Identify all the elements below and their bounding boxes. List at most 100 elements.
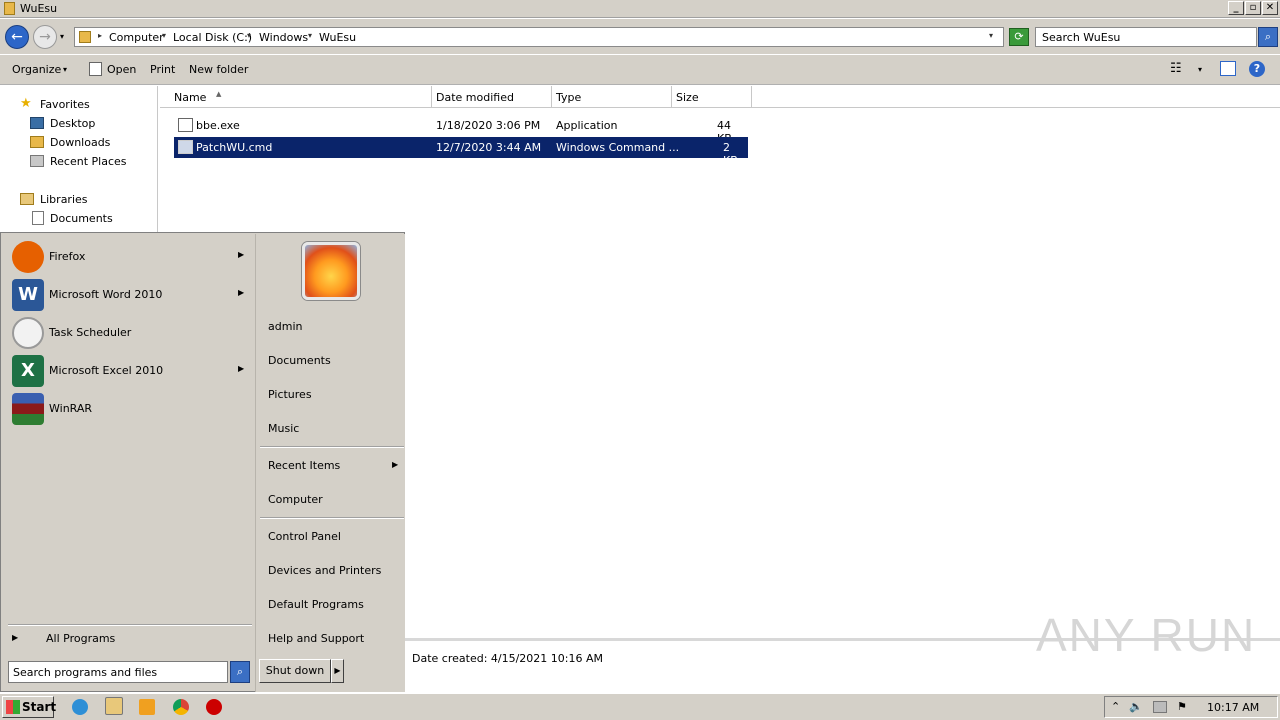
watermark-logo: ANY RUN — [1036, 609, 1257, 661]
recent-pages-chevron-icon[interactable]: ▾ — [60, 32, 64, 41]
sort-ascending-icon: ▲ — [216, 90, 222, 98]
link-pictures[interactable]: Pictures — [268, 388, 312, 401]
submenu-arrow-icon[interactable]: ▶ — [238, 288, 244, 297]
refresh-button[interactable]: ⟳ — [1009, 28, 1029, 46]
breadcrumb-windows[interactable]: Windows — [259, 31, 308, 44]
close-button[interactable]: ✕ — [1262, 1, 1278, 15]
open-button[interactable]: Open — [107, 63, 136, 76]
chevron-down-icon[interactable]: ▾ — [247, 31, 251, 40]
title-bar: WuEsu _ ▫ ✕ — [0, 0, 1280, 18]
start-label: Start — [22, 700, 57, 714]
address-bar[interactable]: ▸ Computer ▾ Local Disk (C:) ▾ Windows ▾… — [74, 27, 1004, 47]
search-placeholder: Search WuEsu — [1042, 31, 1121, 44]
winrar-icon — [12, 393, 44, 425]
submenu-arrow-icon[interactable]: ▶ — [238, 250, 244, 259]
nav-documents[interactable]: Documents — [50, 212, 113, 225]
column-header: Name ▲ Date modified Type Size — [160, 86, 1280, 108]
chevron-down-icon[interactable]: ▾ — [63, 65, 67, 74]
forward-button[interactable]: → — [33, 25, 57, 49]
link-control-panel[interactable]: Control Panel — [268, 530, 341, 543]
link-help-support[interactable]: Help and Support — [268, 632, 364, 645]
column-size[interactable]: Size — [672, 86, 752, 108]
firefox-icon — [12, 241, 44, 273]
system-tray: ⌃ 🔈 ⚑ 10:17 AM — [1104, 696, 1278, 718]
start-button[interactable]: Start — [2, 696, 57, 718]
clock[interactable]: 10:17 AM — [1207, 701, 1259, 714]
action-center-flag-icon[interactable]: ⚑ — [1177, 700, 1187, 713]
print-button[interactable]: Print — [150, 63, 175, 76]
start-search-input[interactable]: Search programs and files — [8, 661, 228, 683]
nav-favorites[interactable]: Favorites — [40, 98, 90, 111]
nav-downloads[interactable]: Downloads — [50, 136, 110, 149]
volume-icon[interactable]: 🔈 — [1129, 700, 1143, 713]
folder-icon — [4, 2, 15, 15]
view-options-icon[interactable]: ☷ — [1170, 61, 1182, 76]
link-documents[interactable]: Documents — [268, 354, 331, 367]
program-winrar[interactable]: WinRAR — [2, 391, 254, 427]
media-player-icon[interactable] — [139, 699, 155, 715]
word-icon: W — [12, 279, 44, 311]
date-created: Date created: 4/15/2021 10:16 AM — [412, 652, 604, 665]
link-music[interactable]: Music — [268, 422, 299, 435]
chevron-down-icon[interactable]: ▾ — [162, 31, 166, 40]
program-firefox[interactable]: Firefox ▶ — [2, 239, 254, 275]
file-date: 1/18/2020 3:06 PM — [436, 119, 541, 132]
shutdown-button[interactable]: Shut down — [259, 659, 331, 683]
breadcrumb-computer[interactable]: Computer — [109, 31, 164, 44]
file-row-selected[interactable]: PatchWU.cmd 12/7/2020 3:44 AM Windows Co… — [174, 137, 748, 167]
new-folder-button[interactable]: New folder — [189, 63, 248, 76]
user-avatar[interactable] — [302, 242, 360, 300]
search-icon[interactable]: ⌕ — [230, 661, 250, 683]
breadcrumb-wuesu[interactable]: WuEsu — [319, 31, 356, 44]
submenu-arrow-icon[interactable]: ▶ — [238, 364, 244, 373]
back-button[interactable]: ← — [5, 25, 29, 49]
chevron-down-icon[interactable]: ▾ — [1198, 65, 1202, 74]
column-date[interactable]: Date modified — [432, 86, 552, 108]
search-icon[interactable]: ⌕ — [1258, 27, 1278, 47]
program-label: Firefox — [49, 250, 86, 263]
star-icon: ★ — [20, 96, 32, 111]
chevron-right-icon[interactable]: ▸ — [98, 31, 102, 40]
link-admin[interactable]: admin — [268, 320, 302, 333]
nav-libraries[interactable]: Libraries — [40, 193, 88, 206]
minimize-button[interactable]: _ — [1228, 1, 1244, 15]
opera-icon[interactable] — [206, 699, 222, 715]
address-dropdown-icon[interactable]: ▾ — [989, 31, 993, 40]
windows-logo-icon — [6, 700, 20, 714]
chrome-icon[interactable] — [173, 699, 189, 715]
shutdown-options-arrow-icon[interactable]: ▶ — [331, 659, 344, 683]
link-default-programs[interactable]: Default Programs — [268, 598, 364, 611]
window-title: WuEsu — [20, 2, 58, 15]
separator — [260, 517, 404, 519]
breadcrumb-local-disk[interactable]: Local Disk (C:) — [173, 31, 252, 44]
program-excel[interactable]: X Microsoft Excel 2010 ▶ — [2, 353, 254, 389]
help-icon[interactable]: ? — [1249, 61, 1265, 77]
link-devices-printers[interactable]: Devices and Printers — [268, 564, 381, 577]
column-name-label: Name — [174, 91, 207, 104]
program-word[interactable]: W Microsoft Word 2010 ▶ — [2, 277, 254, 313]
submenu-arrow-icon[interactable]: ▶ — [392, 460, 398, 469]
network-icon[interactable] — [1153, 701, 1167, 713]
search-input[interactable]: Search WuEsu — [1035, 27, 1257, 47]
chevron-down-icon[interactable]: ▾ — [308, 31, 312, 40]
nav-desktop[interactable]: Desktop — [50, 117, 95, 130]
nav-recent-places[interactable]: Recent Places — [50, 155, 127, 168]
link-recent-items[interactable]: Recent Items — [268, 459, 340, 472]
separator — [8, 624, 252, 626]
internet-explorer-icon[interactable] — [72, 699, 88, 715]
show-hidden-icons-chevron-icon[interactable]: ⌃ — [1111, 700, 1120, 713]
organize-button[interactable]: Organize — [12, 63, 61, 76]
column-name[interactable]: Name ▲ — [170, 86, 432, 108]
program-label: Microsoft Excel 2010 — [49, 364, 164, 377]
link-computer[interactable]: Computer — [268, 493, 323, 506]
start-menu: Firefox ▶ W Microsoft Word 2010 ▶ Task S… — [0, 232, 405, 692]
desktop-icon — [30, 117, 44, 129]
column-type[interactable]: Type — [552, 86, 672, 108]
explorer-icon[interactable] — [105, 697, 123, 715]
file-row[interactable]: bbe.exe 1/18/2020 3:06 PM Application 44… — [174, 115, 748, 145]
restore-button[interactable]: ▫ — [1245, 1, 1261, 15]
program-label: Microsoft Word 2010 — [49, 288, 163, 301]
program-task-scheduler[interactable]: Task Scheduler — [2, 315, 254, 351]
preview-pane-icon[interactable] — [1220, 61, 1236, 76]
file-name: bbe.exe — [196, 119, 240, 132]
